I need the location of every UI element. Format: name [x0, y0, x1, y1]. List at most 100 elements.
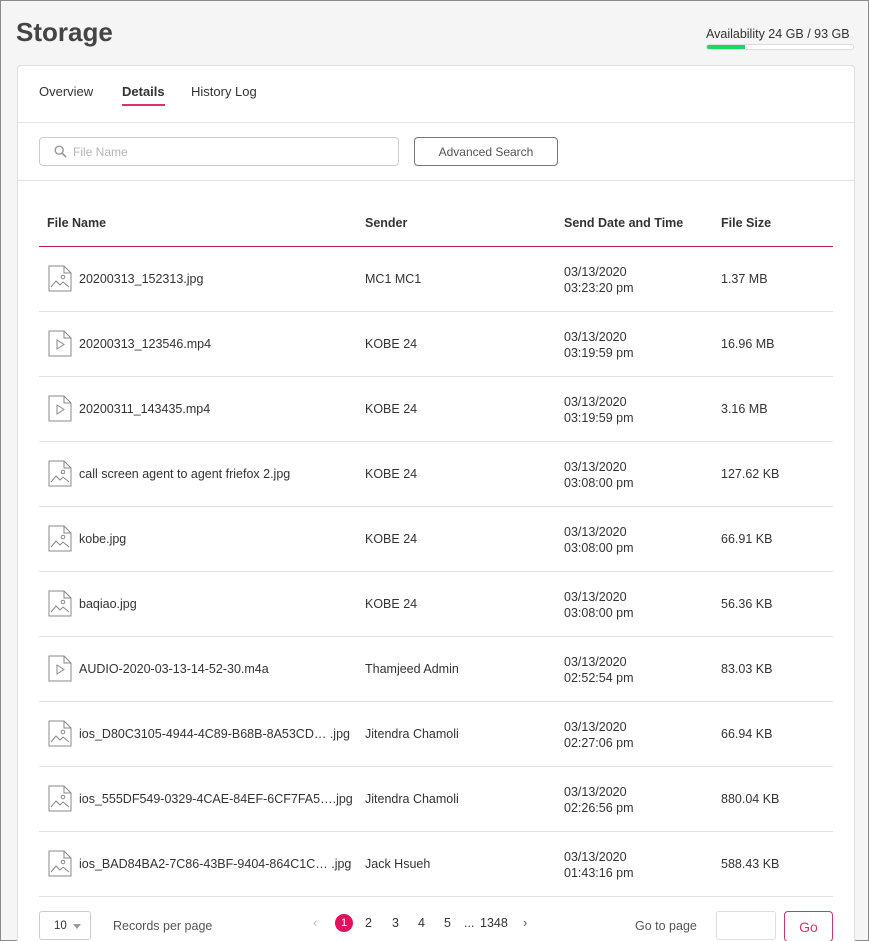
file-name[interactable]: ios_555DF549-0329-4CAE-84EF-6CF7FA5….jpg [79, 792, 353, 806]
send-date: 03/13/2020 [564, 460, 627, 474]
page-3[interactable]: 3 [392, 914, 399, 932]
availability-bar-fill [707, 45, 745, 49]
file-name[interactable]: 20200311_143435.mp4 [79, 402, 210, 416]
table-row[interactable]: ios_BAD84BA2-7C86-43BF-9404-864C1C… .jpg… [39, 832, 833, 897]
send-date-time: 03/13/2020 02:27:06 pm [564, 719, 634, 751]
availability-label: Availability 24 GB / 93 GB [706, 27, 850, 41]
pagination: 10 Records per page ‹ 1 2 3 4 5 ... 1348… [18, 908, 854, 941]
send-date-time: 03/13/2020 03:19:59 pm [564, 329, 634, 361]
send-date: 03/13/2020 [564, 785, 627, 799]
table-row[interactable]: ios_D80C3105-4944-4C89-B68B-8A53CD… .jpg… [39, 702, 833, 767]
file-size: 83.03 KB [721, 662, 773, 676]
table-row[interactable]: kobe.jpg KOBE 24 03/13/2020 03:08:00 pm 66.9… [39, 507, 833, 572]
header-sender[interactable]: Sender [365, 216, 407, 230]
per-page-label: Records per page [113, 919, 213, 933]
page-title: Storage [16, 17, 113, 47]
sender: Jack Hsueh [365, 857, 431, 871]
send-time: 03:08:00 pm [564, 476, 634, 490]
table-row[interactable]: ios_555DF549-0329-4CAE-84EF-6CF7FA5….jpg… [39, 767, 833, 832]
file-size: 16.96 MB [721, 337, 775, 351]
tab-details[interactable]: Details [122, 84, 165, 106]
per-page-value: 10 [54, 920, 67, 932]
send-date: 03/13/2020 [564, 265, 627, 279]
file-name[interactable]: kobe.jpg [79, 532, 126, 546]
per-page-select[interactable]: 10 [39, 911, 91, 940]
page-last[interactable]: 1348 [480, 914, 508, 932]
send-date-time: 03/13/2020 03:08:00 pm [564, 589, 634, 621]
send-time: 03:19:59 pm [564, 346, 634, 360]
header-send-date[interactable]: Send Date and Time [564, 216, 683, 230]
send-date-time: 03/13/2020 02:26:56 pm [564, 784, 634, 816]
prev-page-button[interactable]: ‹ [313, 914, 317, 932]
send-date: 03/13/2020 [564, 590, 627, 604]
header-file-size[interactable]: File Size [721, 216, 771, 230]
page-4[interactable]: 4 [418, 914, 425, 932]
send-date: 03/13/2020 [564, 655, 627, 669]
file-name[interactable]: 20200313_152313.jpg [79, 272, 203, 286]
file-size: 588.43 KB [721, 857, 780, 871]
go-button[interactable]: Go [784, 911, 833, 941]
tab-history-log[interactable]: History Log [191, 84, 257, 104]
video-file-icon [48, 330, 72, 360]
search-icon [54, 145, 67, 158]
send-date-time: 03/13/2020 03:08:00 pm [564, 459, 634, 491]
send-date: 03/13/2020 [564, 720, 627, 734]
tab-bar: Overview Details History Log [18, 66, 854, 123]
table-row[interactable]: 20200311_143435.mp4 KOBE 24 03/13/2020 03:1… [39, 377, 833, 442]
send-time: 03:08:00 pm [564, 606, 634, 620]
table-row[interactable]: call screen agent to agent friefox 2.jpg… [39, 442, 833, 507]
table-row[interactable]: AUDIO-2020-03-13-14-52-30.m4a Thamjeed Ad… [39, 637, 833, 702]
page-1[interactable]: 1 [335, 914, 353, 932]
chevron-down-icon [73, 924, 81, 929]
storage-card: Overview Details History Log Advanced Se… [17, 65, 855, 941]
table-row[interactable]: baqiao.jpg KOBE 24 03/13/2020 03:08:00 pm 56… [39, 572, 833, 637]
video-file-icon [48, 395, 72, 425]
page-2[interactable]: 2 [365, 914, 372, 932]
send-time: 03:08:00 pm [564, 541, 634, 555]
file-size: 66.91 KB [721, 532, 773, 546]
table-row[interactable]: 20200313_123546.mp4 KOBE 24 03/13/2020 03:1… [39, 312, 833, 377]
sender: KOBE 24 [365, 532, 418, 546]
send-date-time: 03/13/2020 03:23:20 pm [564, 264, 634, 296]
image-file-icon [48, 460, 72, 490]
image-file-icon [48, 720, 72, 750]
send-date-time: 03/13/2020 02:52:54 pm [564, 654, 634, 686]
table-row[interactable]: 20200313_152313.jpg MC1 MC1 03/13/2020 03:2… [39, 247, 833, 312]
goto-page-label: Go to page [635, 919, 697, 933]
send-date: 03/13/2020 [564, 330, 627, 344]
page-5[interactable]: 5 [444, 914, 451, 932]
storage-availability: Availability 24 GB / 93 GB [706, 27, 854, 50]
header-file-name[interactable]: File Name [47, 216, 106, 230]
send-date-time: 03/13/2020 03:08:00 pm [564, 524, 634, 556]
file-name[interactable]: baqiao.jpg [79, 597, 137, 611]
send-time: 02:27:06 pm [564, 736, 634, 750]
search-input[interactable] [73, 142, 388, 162]
send-date: 03/13/2020 [564, 395, 627, 409]
image-file-icon [48, 850, 72, 880]
file-name[interactable]: call screen agent to agent friefox 2.jpg [79, 467, 290, 481]
advanced-search-button[interactable]: Advanced Search [414, 137, 558, 166]
image-file-icon [48, 265, 72, 295]
search-box[interactable] [39, 137, 399, 166]
goto-page-input[interactable] [716, 911, 776, 940]
tab-overview[interactable]: Overview [39, 84, 93, 104]
audio-file-icon [48, 655, 72, 685]
send-time: 01:43:16 pm [564, 866, 634, 880]
table-body: 20200313_152313.jpg MC1 MC1 03/13/2020 03:2… [39, 247, 833, 897]
send-date-time: 03/13/2020 01:43:16 pm [564, 849, 634, 881]
file-size: 1.37 MB [721, 272, 768, 286]
sender: Thamjeed Admin [365, 662, 459, 676]
file-name[interactable]: 20200313_123546.mp4 [79, 337, 211, 351]
file-size: 3.16 MB [721, 402, 768, 416]
file-name[interactable]: AUDIO-2020-03-13-14-52-30.m4a [79, 662, 269, 676]
availability-bar [706, 44, 854, 50]
send-date-time: 03/13/2020 03:19:59 pm [564, 394, 634, 426]
sender: Jitendra Chamoli [365, 792, 459, 806]
next-page-button[interactable]: › [523, 914, 527, 932]
file-name[interactable]: ios_BAD84BA2-7C86-43BF-9404-864C1C… .jpg [79, 857, 351, 871]
file-size: 56.36 KB [721, 597, 773, 611]
file-name[interactable]: ios_D80C3105-4944-4C89-B68B-8A53CD… .jpg [79, 727, 350, 741]
image-file-icon [48, 525, 72, 555]
send-date: 03/13/2020 [564, 850, 627, 864]
send-time: 03:23:20 pm [564, 281, 634, 295]
